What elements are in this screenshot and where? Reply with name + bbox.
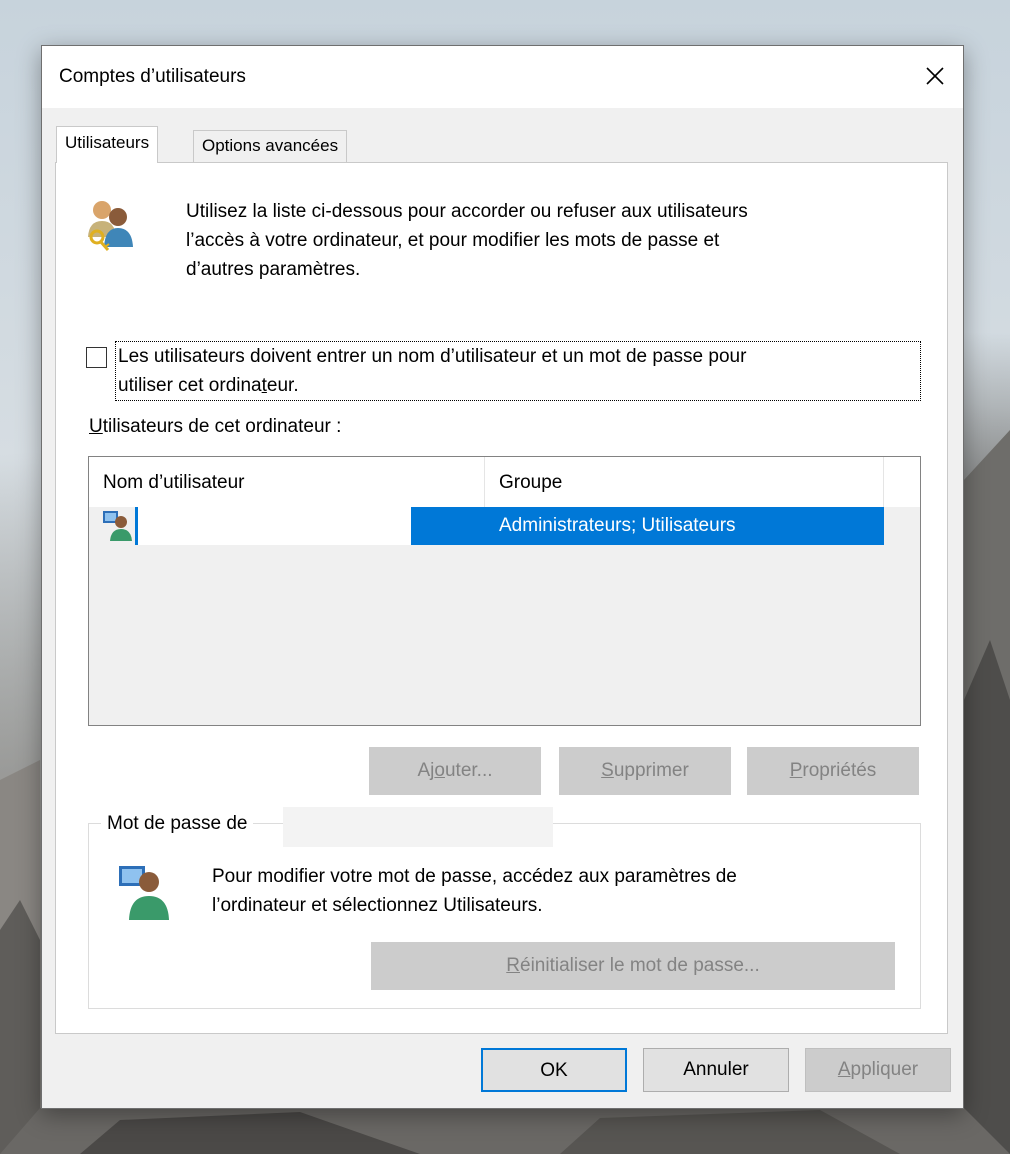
password-group-legend: Mot de passe de <box>101 810 254 838</box>
users-key-icon <box>88 201 133 251</box>
intro-line: Utilisez la liste ci-dessous pour accord… <box>186 201 748 222</box>
user-computer-icon <box>119 866 169 920</box>
delete-user-button[interactable]: Supprimer <box>559 747 731 795</box>
intro-line: d’autres paramètres. <box>186 259 361 280</box>
apply-button[interactable]: Appliquer <box>805 1048 951 1092</box>
password-groupbox: Mot de passe de Pour modifier votre mot … <box>88 807 921 1009</box>
dialog-title: Comptes d’utilisateurs <box>59 66 246 87</box>
password-help-line: l’ordinateur et sélectionnez Utilisateur… <box>212 895 543 916</box>
column-header-username[interactable]: Nom d’utilisateur <box>89 457 485 507</box>
reset-password-button[interactable]: Réinitialiser le mot de passe... <box>371 942 895 990</box>
listview-header: Nom d’utilisateur Groupe <box>89 457 920 507</box>
intro-line: l’accès à votre ordinateur, et pour modi… <box>186 230 720 251</box>
password-help-line: Pour modifier votre mot de passe, accéde… <box>212 866 737 887</box>
row-group-cell: Administrateurs; Utilisateurs <box>411 507 884 545</box>
password-help-text: Pour modifier votre mot de passe, accéde… <box>212 862 892 920</box>
table-row[interactable]: Administrateurs; Utilisateurs <box>89 507 884 545</box>
require-login-label-line1: Les utilisateurs doivent entrer un nom d… <box>118 346 747 367</box>
users-list-heading: Utilisateurs de cet ordinateur : <box>89 416 342 437</box>
tab-users[interactable]: Utilisateurs <box>56 126 159 163</box>
require-login-checkbox[interactable] <box>86 347 107 368</box>
row-username-cell <box>135 507 411 545</box>
require-login-label[interactable]: Les utilisateurs doivent entrer un nom d… <box>115 341 921 401</box>
tab-advanced-options[interactable]: Options avancées <box>193 130 348 164</box>
close-icon <box>926 67 944 85</box>
close-button[interactable] <box>915 56 955 96</box>
users-tab-panel: Utilisez la liste ci-dessous pour accord… <box>55 162 948 1034</box>
cancel-button[interactable]: Annuler <box>643 1048 789 1092</box>
ok-button[interactable]: OK <box>481 1048 627 1092</box>
user-accounts-dialog: Comptes d’utilisateurs Utilisateurs Opti… <box>41 45 964 1109</box>
user-row-icon <box>103 511 132 541</box>
column-header-group[interactable]: Groupe <box>485 457 884 507</box>
title-bar: Comptes d’utilisateurs <box>42 46 963 108</box>
add-user-button[interactable]: Ajouter... <box>369 747 541 795</box>
require-login-label-line2: utiliser cet ordinateur. <box>118 375 299 396</box>
intro-text: Utilisez la liste ci-dessous pour accord… <box>186 197 906 284</box>
redacted-username <box>283 807 553 847</box>
users-listview[interactable]: Nom d’utilisateur Groupe Administrateurs… <box>88 456 921 726</box>
properties-button[interactable]: Propriétés <box>747 747 919 795</box>
